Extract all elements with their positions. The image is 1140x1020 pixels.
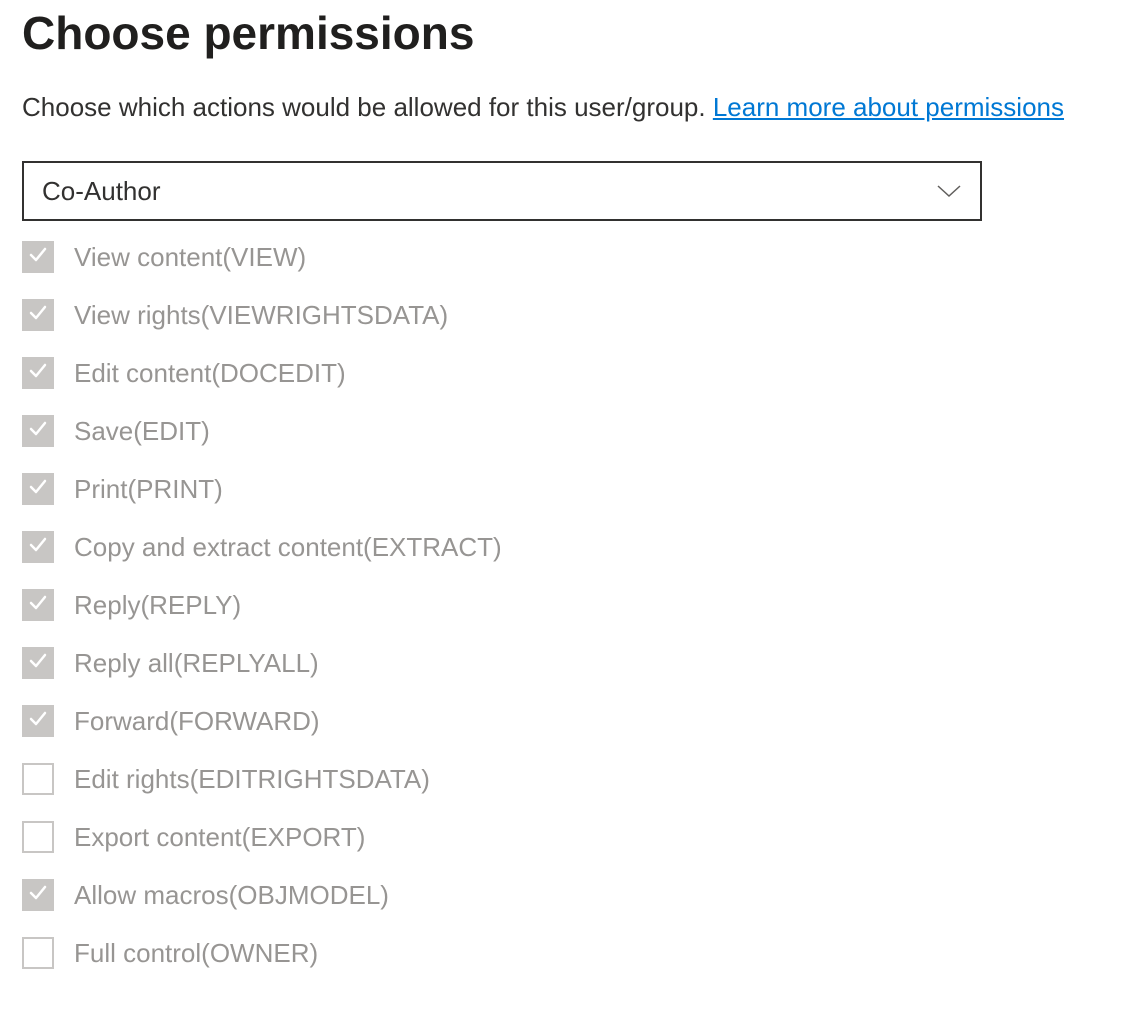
- permission-row: Reply(REPLY): [22, 589, 1118, 621]
- permission-label: Reply(REPLY): [74, 590, 241, 621]
- permission-checkbox[interactable]: [22, 473, 54, 505]
- check-icon: [28, 245, 48, 270]
- permission-row: Reply all(REPLYALL): [22, 647, 1118, 679]
- permission-label: Forward(FORWARD): [74, 706, 320, 737]
- permissions-list: View content(VIEW) View rights(VIEWRIGHTS…: [22, 241, 1118, 969]
- permission-checkbox[interactable]: [22, 415, 54, 447]
- permission-row: View content(VIEW): [22, 241, 1118, 273]
- check-icon: [28, 593, 48, 618]
- check-icon: [28, 419, 48, 444]
- permission-row: View rights(VIEWRIGHTSDATA): [22, 299, 1118, 331]
- description: Choose which actions would be allowed fo…: [22, 90, 1118, 125]
- dropdown-selected-value: Co-Author: [42, 176, 161, 207]
- check-icon: [28, 709, 48, 734]
- permission-label: Print(PRINT): [74, 474, 223, 505]
- chevron-down-icon: [936, 184, 962, 198]
- permission-label: Edit rights(EDITRIGHTSDATA): [74, 764, 430, 795]
- permission-row: Save(EDIT): [22, 415, 1118, 447]
- permission-row: Export content(EXPORT): [22, 821, 1118, 853]
- permission-checkbox[interactable]: [22, 299, 54, 331]
- check-icon: [28, 477, 48, 502]
- check-icon: [28, 535, 48, 560]
- permission-checkbox[interactable]: [22, 763, 54, 795]
- learn-more-link[interactable]: Learn more about permissions: [713, 92, 1064, 122]
- permission-checkbox[interactable]: [22, 357, 54, 389]
- permission-checkbox[interactable]: [22, 705, 54, 737]
- check-icon: [28, 361, 48, 386]
- permission-checkbox[interactable]: [22, 647, 54, 679]
- permission-row: Allow macros(OBJMODEL): [22, 879, 1118, 911]
- permission-checkbox[interactable]: [22, 241, 54, 273]
- description-text: Choose which actions would be allowed fo…: [22, 92, 713, 122]
- permission-label: Export content(EXPORT): [74, 822, 365, 853]
- permission-label: View rights(VIEWRIGHTSDATA): [74, 300, 448, 331]
- permission-label: View content(VIEW): [74, 242, 306, 273]
- permission-label: Copy and extract content(EXTRACT): [74, 532, 502, 563]
- permission-label: Save(EDIT): [74, 416, 210, 447]
- permission-checkbox[interactable]: [22, 879, 54, 911]
- permission-checkbox[interactable]: [22, 937, 54, 969]
- preset-dropdown[interactable]: Co-Author: [22, 161, 982, 221]
- permission-checkbox[interactable]: [22, 531, 54, 563]
- permission-label: Reply all(REPLYALL): [74, 648, 319, 679]
- check-icon: [28, 303, 48, 328]
- check-icon: [28, 651, 48, 676]
- permission-checkbox[interactable]: [22, 821, 54, 853]
- check-icon: [28, 883, 48, 908]
- permission-checkbox[interactable]: [22, 589, 54, 621]
- page-title: Choose permissions: [22, 6, 1118, 60]
- permission-row: Edit content(DOCEDIT): [22, 357, 1118, 389]
- permission-row: Copy and extract content(EXTRACT): [22, 531, 1118, 563]
- permission-label: Allow macros(OBJMODEL): [74, 880, 389, 911]
- permission-row: Print(PRINT): [22, 473, 1118, 505]
- permission-row: Forward(FORWARD): [22, 705, 1118, 737]
- permission-label: Full control(OWNER): [74, 938, 318, 969]
- permission-row: Edit rights(EDITRIGHTSDATA): [22, 763, 1118, 795]
- permission-row: Full control(OWNER): [22, 937, 1118, 969]
- permission-label: Edit content(DOCEDIT): [74, 358, 346, 389]
